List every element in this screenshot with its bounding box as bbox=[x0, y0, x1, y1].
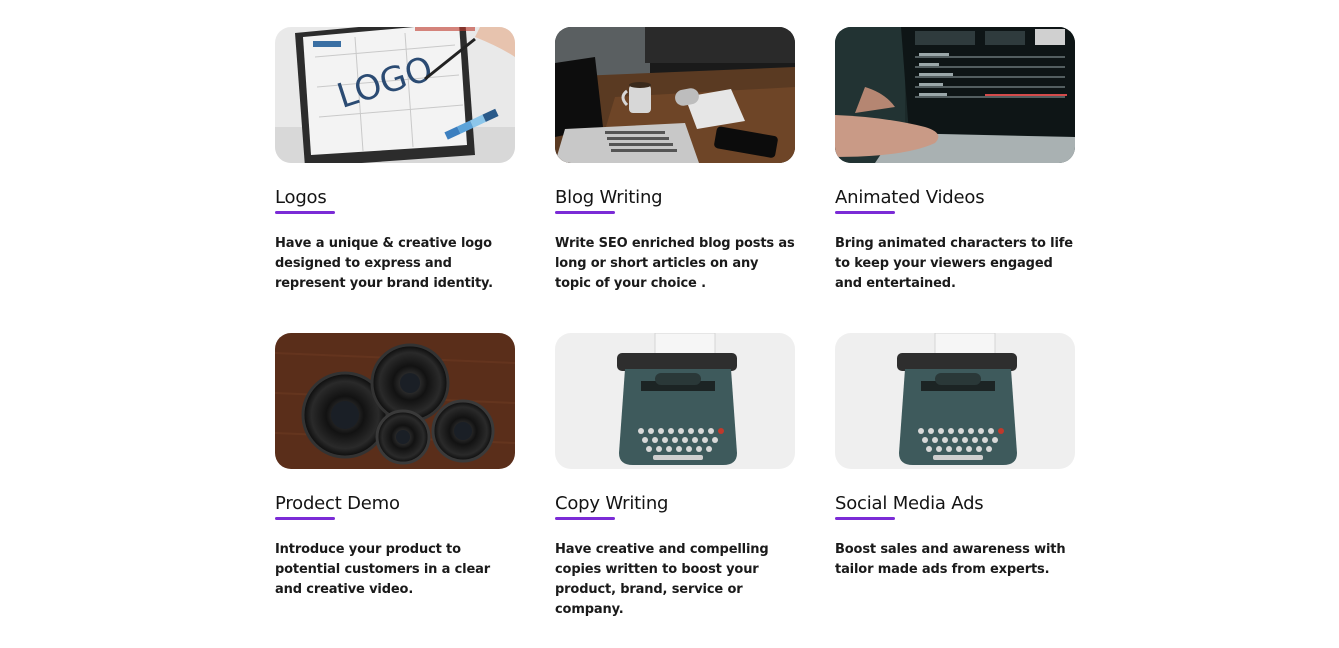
title-underline bbox=[275, 211, 335, 214]
services-grid: LOGO Logos Have a unique & creative logo… bbox=[275, 27, 1075, 617]
service-card-prodect-demo[interactable]: Prodect Demo Introduce your product to p… bbox=[275, 333, 515, 603]
service-description: Bring animated characters to life to kee… bbox=[835, 236, 1073, 291]
service-card-copy-writing[interactable]: Copy Writing Have creative and compellin… bbox=[555, 333, 795, 617]
title-underline bbox=[555, 517, 615, 520]
service-title[interactable]: Prodect Demo bbox=[275, 493, 400, 515]
video-editing-laptop-image[interactable] bbox=[835, 27, 1075, 163]
service-title[interactable]: Blog Writing bbox=[555, 187, 663, 209]
laptop-desk-image[interactable] bbox=[555, 27, 795, 163]
service-card-animated-videos[interactable]: Animated Videos Bring animated character… bbox=[835, 27, 1075, 297]
title-underline bbox=[835, 517, 895, 520]
service-card-blog-writing[interactable]: Blog Writing Write SEO enriched blog pos… bbox=[555, 27, 795, 297]
title-underline bbox=[275, 517, 335, 520]
service-description: Have creative and compelling copies writ… bbox=[555, 542, 769, 617]
camera-lenses-image[interactable] bbox=[275, 333, 515, 469]
service-description: Boost sales and awareness with tailor ma… bbox=[835, 542, 1066, 577]
logo-design-tablet-image[interactable]: LOGO bbox=[275, 27, 515, 163]
service-card-logos[interactable]: LOGO Logos Have a unique & creative logo… bbox=[275, 27, 515, 297]
typewriter-image[interactable] bbox=[835, 333, 1075, 469]
service-title[interactable]: Social Media Ads bbox=[835, 493, 984, 515]
service-description: Write SEO enriched blog posts as long or… bbox=[555, 236, 795, 291]
service-title[interactable]: Copy Writing bbox=[555, 493, 668, 515]
service-description: Introduce your product to potential cust… bbox=[275, 542, 491, 597]
title-underline bbox=[555, 211, 615, 214]
service-title[interactable]: Logos bbox=[275, 187, 327, 209]
service-title[interactable]: Animated Videos bbox=[835, 187, 985, 209]
typewriter-image[interactable] bbox=[555, 333, 795, 469]
title-underline bbox=[835, 211, 895, 214]
service-card-social-media-ads[interactable]: Social Media Ads Boost sales and awarene… bbox=[835, 333, 1075, 603]
service-description: Have a unique & creative logo designed t… bbox=[275, 236, 493, 291]
